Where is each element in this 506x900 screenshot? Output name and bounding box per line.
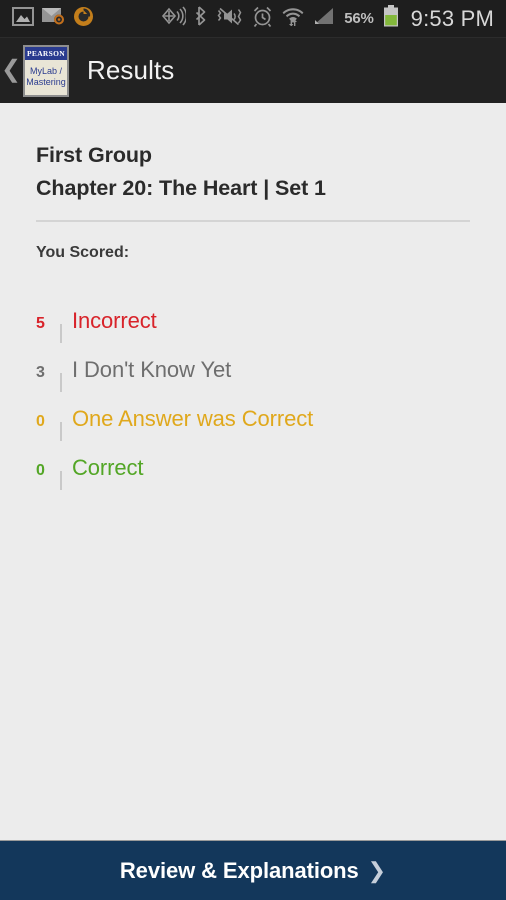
app-bar: ❮ PEARSON MyLab / Mastering Results [0,38,506,103]
score-count: 5 [36,315,45,332]
score-separator [60,324,62,343]
battery-icon [383,5,399,32]
main-content: First Group Chapter 20: The Heart | Set … [0,103,506,840]
score-label: I Don't Know Yet [72,357,232,382]
score-row-incorrect: 5 Incorrect [0,308,506,357]
chevron-right-icon: ❯ [367,857,387,883]
back-button[interactable]: ❮ [1,57,21,82]
email-icon [42,7,65,30]
score-row-correct: 0 Correct [0,455,506,504]
score-label: Incorrect [72,308,157,333]
brand-mylab-mastering-label: MyLab / Mastering [25,60,67,95]
alarm-clock-icon [252,6,273,32]
bluetooth-icon [195,6,208,31]
score-label: Correct [72,455,144,480]
brand-pearson-label: PEARSON [25,46,67,60]
pearson-mylab-mastering-logo[interactable]: PEARSON MyLab / Mastering [23,44,69,97]
status-bar-notifications [0,6,94,32]
review-and-explanations-label: Review & Explanations [119,857,359,883]
score-row-one-answer-was-correct: 0 One Answer was Correct [0,406,506,455]
score-row-i-dont-know-yet: 3 I Don't Know Yet [0,357,506,406]
status-bar: 56% 9:53 PM [0,0,506,38]
cell-signal-icon [313,7,335,31]
status-bar-system: 56% 9:53 PM [160,5,506,32]
you-scored-label: You Scored: [36,244,130,261]
brand-line-2: Mastering [26,76,66,87]
review-and-explanations-button[interactable]: Review & Explanations ❯ [0,840,506,900]
nfc-beam-icon [160,6,188,31]
score-separator [60,471,62,490]
assignment-title: Chapter 20: The Heart | Set 1 [36,176,326,200]
page-title: Results [87,55,175,85]
score-list: 5 Incorrect 3 I Don't Know Yet 0 One Answer w… [0,262,506,504]
score-separator [60,422,62,441]
gallery-image-icon [12,6,34,31]
battery-percent-label: 56% [344,10,374,27]
score-label: One Answer was Correct [72,406,314,431]
sync-circle-icon [73,6,94,32]
score-count: 0 [36,413,45,430]
mute-vibrate-icon [217,7,243,31]
group-title: First Group [36,143,152,167]
wifi-icon [282,6,304,31]
score-count: 0 [36,462,45,479]
status-bar-clock: 9:53 PM [410,5,494,31]
brand-line-1: MyLab / [29,65,62,76]
screen-root: 56% 9:53 PM ❮ PEARSON MyLab / Mastering … [0,0,506,900]
score-separator [60,373,62,392]
score-count: 3 [36,364,45,381]
assignment-heading: First Group Chapter 20: The Heart | Set … [0,103,506,205]
